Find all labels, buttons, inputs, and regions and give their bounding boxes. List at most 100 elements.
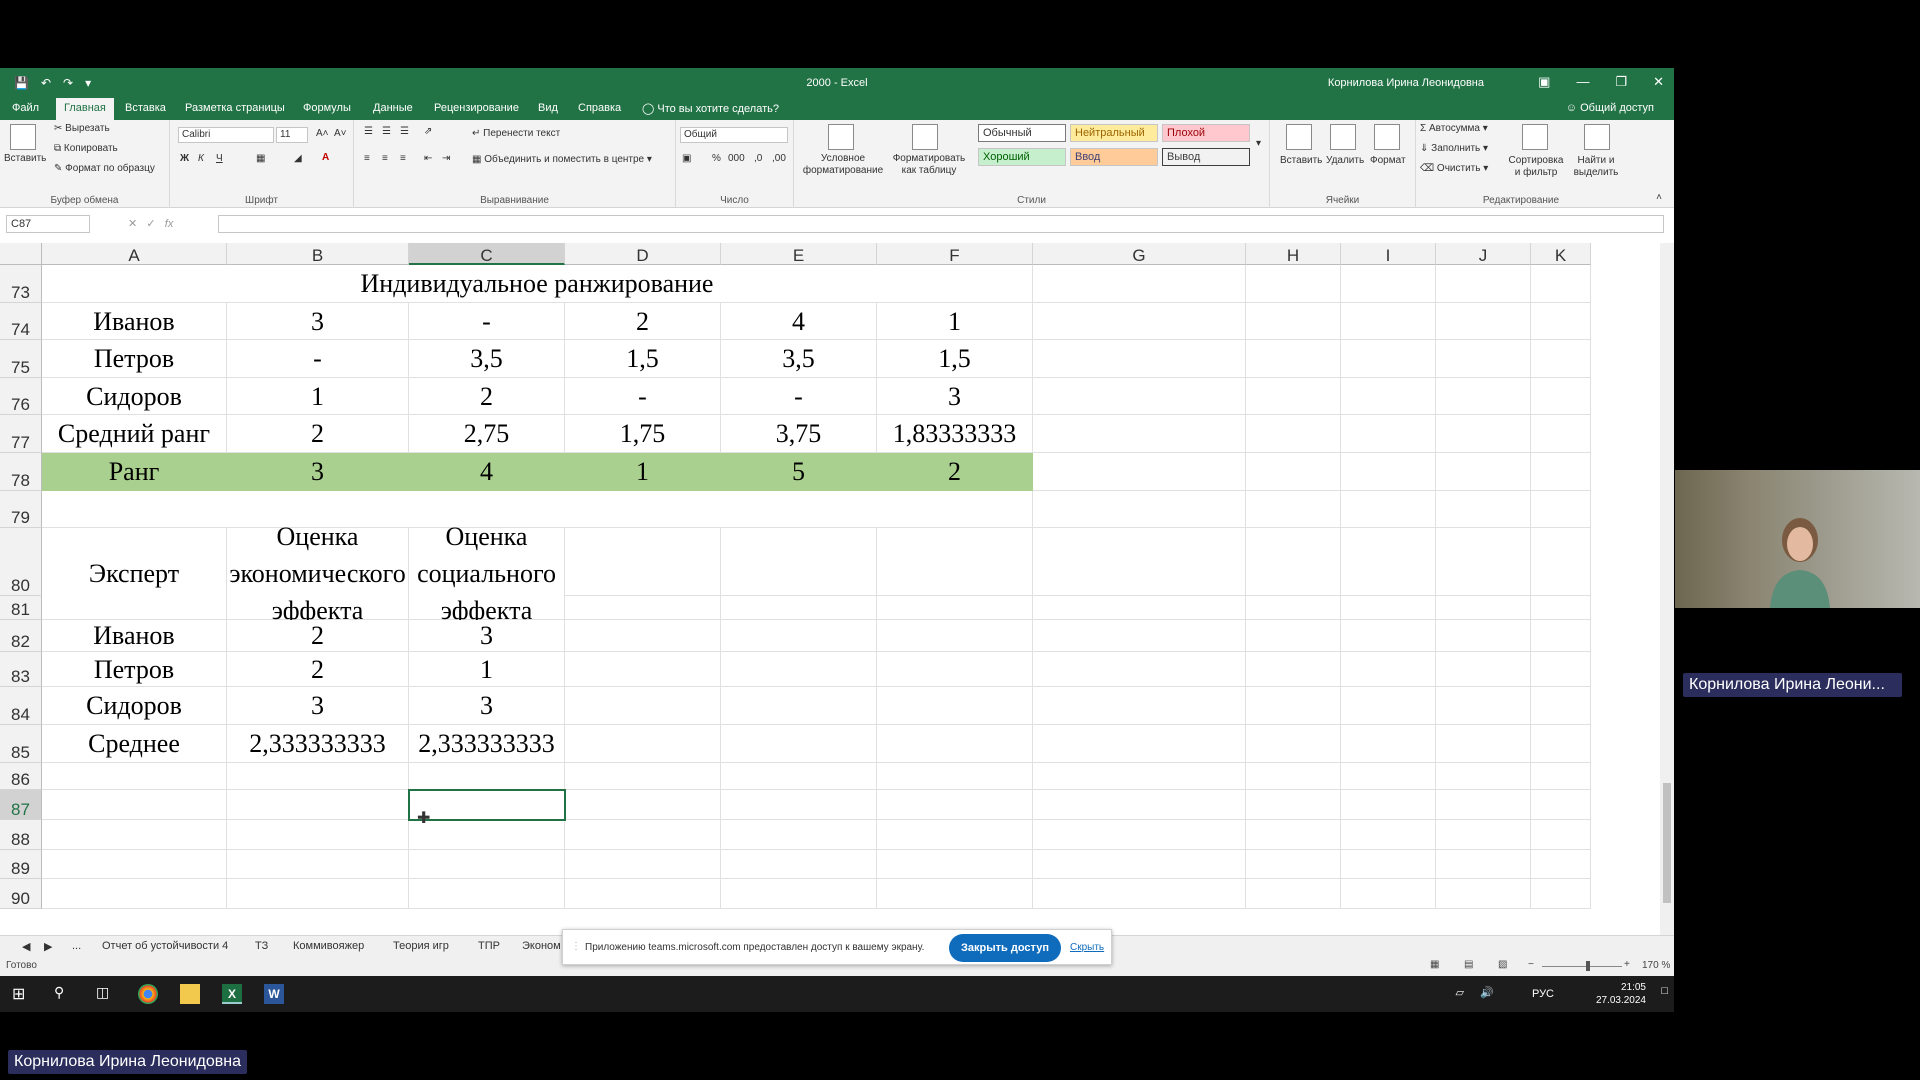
sheet-tab[interactable]: ТЗ: [255, 940, 268, 952]
cell[interactable]: [42, 879, 227, 909]
eval-value-cell[interactable]: 2,333333333: [227, 725, 409, 763]
tell-me-search[interactable]: ◯ Что вы хотите сделать?: [642, 102, 779, 115]
ranking-value-cell[interactable]: 5: [721, 453, 877, 491]
ranking-title-cell[interactable]: Индивидуальное ранжирование: [42, 265, 1033, 303]
cell[interactable]: [565, 687, 721, 725]
zoom-out-icon[interactable]: −: [1528, 959, 1534, 970]
cell[interactable]: [227, 763, 409, 790]
cell[interactable]: [1436, 820, 1531, 850]
cell[interactable]: [1436, 378, 1531, 415]
cell[interactable]: [1033, 820, 1246, 850]
cell[interactable]: [1531, 378, 1591, 415]
cell[interactable]: [565, 850, 721, 879]
cell[interactable]: [1246, 453, 1341, 491]
decrease-indent-icon[interactable]: ⇤: [424, 153, 432, 164]
cell[interactable]: [1531, 850, 1591, 879]
cell[interactable]: [877, 652, 1033, 687]
styles-more-icon[interactable]: ▾: [1256, 138, 1261, 149]
cell[interactable]: [877, 528, 1033, 596]
row-header-85[interactable]: 85: [0, 725, 42, 763]
eval-value-cell[interactable]: 1: [409, 652, 565, 687]
cell[interactable]: [565, 652, 721, 687]
cell[interactable]: [1436, 879, 1531, 909]
column-header-f[interactable]: F: [877, 243, 1033, 265]
row-header-84[interactable]: 84: [0, 687, 42, 725]
cell[interactable]: [1033, 453, 1246, 491]
excel-taskbar-icon[interactable]: X: [222, 984, 242, 1004]
ranking-value-cell[interactable]: 4: [721, 303, 877, 340]
decrease-decimal-icon[interactable]: ,00: [772, 153, 786, 164]
cell[interactable]: [1436, 596, 1531, 620]
zoom-in-icon[interactable]: +: [1624, 959, 1630, 970]
cell[interactable]: [1341, 528, 1436, 596]
collapse-ribbon-icon[interactable]: ˄: [1656, 192, 1662, 203]
tab-insert[interactable]: Вставка: [125, 102, 166, 114]
row-header-81[interactable]: 81: [0, 596, 42, 620]
cell[interactable]: [1341, 453, 1436, 491]
cell[interactable]: [565, 596, 721, 620]
cell[interactable]: [1531, 725, 1591, 763]
ranking-value-cell[interactable]: 1: [565, 453, 721, 491]
column-header-g[interactable]: G: [1033, 243, 1246, 265]
cell[interactable]: [1033, 879, 1246, 909]
row-header-75[interactable]: 75: [0, 340, 42, 378]
normal-view-icon[interactable]: ▦: [1430, 959, 1439, 970]
cell[interactable]: [1341, 879, 1436, 909]
cell[interactable]: [565, 790, 721, 820]
sheet-tab[interactable]: ТПР: [478, 940, 500, 952]
ranking-value-cell[interactable]: 2,75: [409, 415, 565, 453]
ranking-value-cell[interactable]: 1,5: [565, 340, 721, 378]
cell[interactable]: [409, 850, 565, 879]
cell[interactable]: [1033, 378, 1246, 415]
cell[interactable]: [1436, 790, 1531, 820]
bold-button[interactable]: Ж: [180, 153, 189, 164]
tab-data[interactable]: Данные: [373, 102, 413, 114]
drag-handle-icon[interactable]: ⋮: [571, 941, 581, 952]
cell[interactable]: [1531, 453, 1591, 491]
search-icon[interactable]: ⚲: [54, 984, 74, 1004]
paste-icon[interactable]: [10, 124, 36, 150]
scroll-thumb[interactable]: [1663, 783, 1671, 903]
copy-button[interactable]: ⧉ Копировать: [54, 143, 118, 154]
cell[interactable]: [1246, 763, 1341, 790]
cell[interactable]: [721, 820, 877, 850]
cell[interactable]: [1033, 528, 1246, 596]
column-header-a[interactable]: A: [42, 243, 227, 265]
cell[interactable]: [721, 790, 877, 820]
cell[interactable]: [721, 879, 877, 909]
cell[interactable]: [1246, 652, 1341, 687]
windows-start-icon[interactable]: ⊞: [12, 984, 32, 1004]
align-center-icon[interactable]: ≡: [382, 153, 388, 164]
ranking-value-cell[interactable]: 3: [227, 303, 409, 340]
cell[interactable]: [877, 790, 1033, 820]
ranking-value-cell[interactable]: -: [227, 340, 409, 378]
find-select-button[interactable]: Найти и выделить: [1568, 155, 1624, 179]
row-header-82[interactable]: 82: [0, 620, 42, 652]
cell[interactable]: [877, 596, 1033, 620]
cell[interactable]: [565, 528, 721, 596]
cell[interactable]: [1033, 415, 1246, 453]
eval-value-cell[interactable]: 2: [227, 620, 409, 652]
cell[interactable]: [1436, 491, 1531, 528]
sort-filter-button[interactable]: Сортировка и фильтр: [1508, 155, 1564, 179]
cell[interactable]: [1341, 491, 1436, 528]
cell[interactable]: [721, 652, 877, 687]
cell[interactable]: [1341, 725, 1436, 763]
zoom-level[interactable]: 170 %: [1642, 960, 1670, 971]
cell[interactable]: [877, 763, 1033, 790]
ranking-value-cell[interactable]: -: [409, 303, 565, 340]
column-header-h[interactable]: H: [1246, 243, 1341, 265]
row-header-89[interactable]: 89: [0, 850, 42, 879]
ranking-value-cell[interactable]: 3: [227, 453, 409, 491]
restore-button[interactable]: ❐: [1615, 74, 1627, 90]
cell[interactable]: [1033, 265, 1246, 303]
ranking-row-label[interactable]: Сидоров: [42, 378, 227, 415]
cell[interactable]: [227, 790, 409, 820]
cell[interactable]: [42, 790, 227, 820]
ranking-value-cell[interactable]: 4: [409, 453, 565, 491]
style-good[interactable]: Хороший: [978, 148, 1066, 166]
increase-indent-icon[interactable]: ⇥: [442, 153, 450, 164]
increase-decimal-icon[interactable]: ,0: [754, 153, 762, 164]
cell[interactable]: [1341, 850, 1436, 879]
cell[interactable]: [1436, 265, 1531, 303]
